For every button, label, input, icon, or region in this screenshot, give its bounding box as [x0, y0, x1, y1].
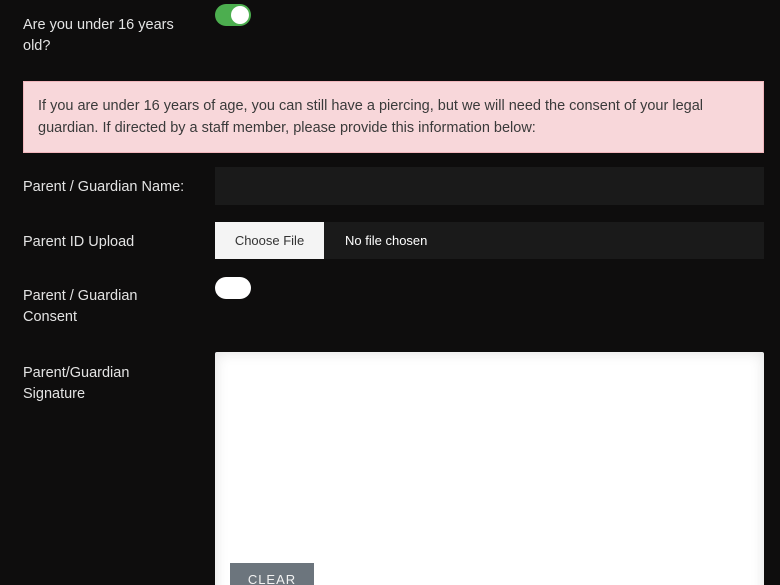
guardian-name-label: Parent / Guardian Name:	[23, 179, 185, 195]
under-16-label: Are you under 16 years old?	[23, 17, 174, 54]
toggle-knob	[231, 6, 249, 24]
signature-label: Parent/Guardian Signature	[23, 365, 130, 402]
file-status-text: No file chosen	[345, 233, 428, 248]
under-16-toggle[interactable]	[215, 4, 251, 26]
under-16-alert: If you are under 16 years of age, you ca…	[23, 81, 764, 153]
toggle-knob	[217, 279, 235, 297]
choose-file-button[interactable]: Choose File	[215, 222, 324, 259]
guardian-consent-toggle[interactable]	[215, 277, 251, 299]
clear-signature-button[interactable]: CLEAR	[230, 563, 314, 585]
parent-id-file-input[interactable]: Choose File No file chosen	[215, 222, 764, 259]
guardian-name-input[interactable]	[215, 167, 764, 205]
signature-pad[interactable]	[215, 352, 764, 585]
guardian-consent-form: Are you under 16 years old? If you are u…	[0, 0, 780, 585]
guardian-consent-label: Parent / Guardian Consent	[23, 288, 138, 325]
parent-id-label: Parent ID Upload	[23, 234, 135, 250]
